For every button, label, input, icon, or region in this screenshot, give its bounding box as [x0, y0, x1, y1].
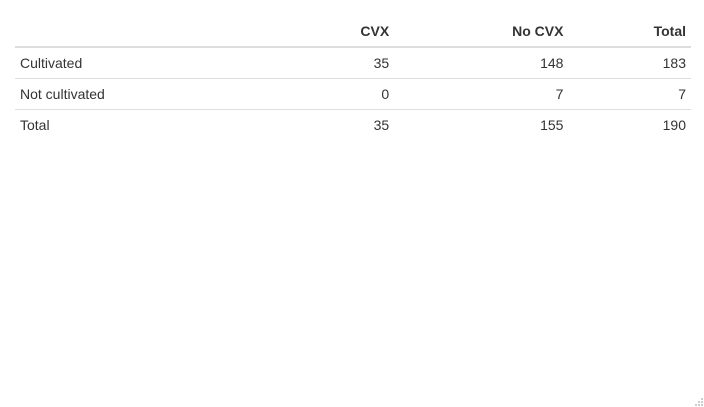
cell-total: 7: [568, 78, 691, 110]
cell-cvx: 35: [373, 55, 390, 71]
table-row: Not cultivated 0 7 7: [15, 78, 691, 110]
table-row: Total 35 155 190: [15, 109, 691, 140]
cell-no-cvx: 148: [540, 55, 564, 71]
table-header: CVX No CVX Total: [15, 16, 691, 48]
row-label: Not cultivated: [15, 78, 284, 110]
cell-no-cvx: 7: [394, 78, 569, 110]
table-body: Cultivated 35 148 183 Not cultivated 0 7…: [15, 47, 691, 140]
header-no-cvx: No CVX: [394, 16, 569, 48]
cell-cvx: 35: [283, 109, 395, 140]
row-label: Total: [15, 109, 284, 140]
row-label: Cultivated: [20, 55, 83, 71]
cell-no-cvx: 155: [394, 109, 569, 140]
cell-total: 190: [568, 109, 691, 140]
header-row: CVX No CVX Total: [15, 16, 691, 48]
table-row: Cultivated 35 148 183: [15, 47, 691, 79]
crosstab-table: CVX No CVX Total Cultivated 35 148 183 N…: [15, 16, 691, 140]
header-empty-cell: [15, 16, 284, 48]
cell-total: 183: [662, 55, 686, 71]
cell-cvx: 0: [283, 78, 395, 110]
resize-grip-icon[interactable]: [694, 397, 704, 407]
header-cvx: CVX: [283, 16, 395, 48]
header-total: Total: [568, 16, 691, 48]
page: CVX No CVX Total Cultivated 35 148 183 N…: [0, 0, 704, 407]
